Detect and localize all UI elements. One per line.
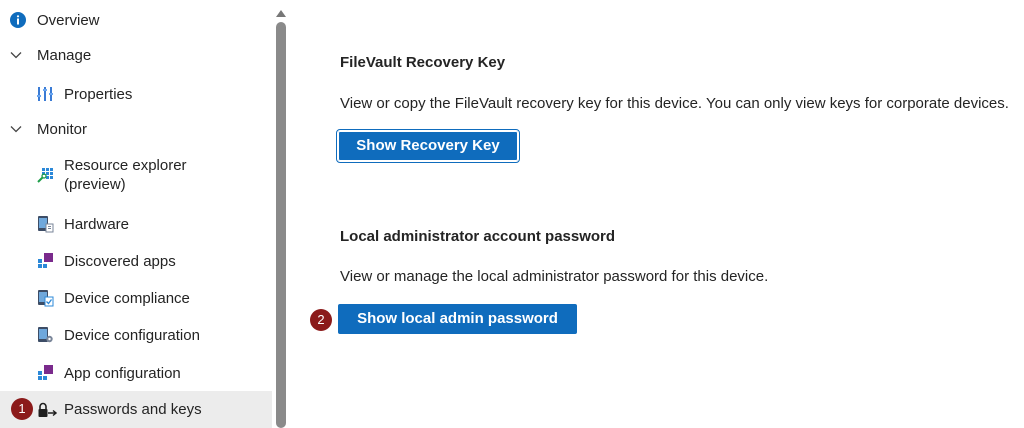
hardware-icon	[37, 215, 54, 237]
filevault-section-description: View or copy the FileVault recovery key …	[340, 95, 1009, 112]
sidebar-item-label-suffix: (preview)	[64, 176, 126, 193]
sidebar-item-label: Properties	[64, 85, 133, 103]
sidebar-item-label: Discovered apps	[64, 252, 176, 270]
sidebar-item-label: Passwords and keys	[64, 401, 202, 418]
local-admin-section-title: Local administrator account password	[340, 228, 616, 245]
show-recovery-key-button[interactable]: Show Recovery Key	[336, 129, 520, 163]
device-configuration-icon	[37, 326, 54, 348]
sidebar-item-label: Device compliance	[64, 289, 190, 307]
info-icon	[10, 12, 26, 32]
lock-key-icon	[37, 402, 58, 422]
sidebar-group-manage[interactable]: Manage	[0, 43, 272, 67]
sidebar-item-properties[interactable]: Properties	[0, 82, 272, 106]
device-compliance-icon	[37, 289, 54, 311]
chevron-down-icon[interactable]	[9, 122, 23, 136]
sidebar-item-hardware[interactable]: Hardware	[0, 212, 272, 236]
sidebar: Overview Manage Properties Monitor Resou…	[0, 0, 272, 428]
main-content: FileVault Recovery Key View or copy the …	[290, 0, 1024, 428]
sidebar-item-device-compliance[interactable]: Device compliance	[0, 286, 272, 310]
show-local-admin-password-button[interactable]: Show local admin password	[338, 304, 577, 334]
resource-explorer-icon	[37, 167, 54, 188]
scroll-up-arrow-icon[interactable]	[276, 4, 286, 17]
sidebar-item-label: Hardware	[64, 215, 130, 233]
scrollbar-thumb[interactable]	[276, 22, 286, 428]
sidebar-item-device-configuration[interactable]: Device configuration	[0, 323, 272, 347]
app-configuration-icon	[37, 365, 54, 385]
local-admin-section-description: View or manage the local administrator p…	[340, 268, 769, 285]
sidebar-item-app-configuration[interactable]: App configuration	[0, 361, 272, 385]
sidebar-scrollbar[interactable]	[272, 0, 290, 428]
properties-icon	[37, 86, 53, 106]
sidebar-item-label: App configuration	[64, 364, 181, 382]
sidebar-group-label: Monitor	[37, 120, 88, 138]
step-callout-badge: 2	[310, 309, 332, 331]
sidebar-group-monitor[interactable]: Monitor	[0, 117, 272, 141]
sidebar-item-label: Device configuration	[64, 326, 200, 344]
step-callout-badge: 1	[11, 398, 33, 420]
sidebar-group-label: Manage	[37, 46, 92, 64]
chevron-down-icon[interactable]	[9, 48, 23, 62]
sidebar-item-passwords-and-keys[interactable]: Passwords and keys	[0, 391, 272, 428]
sidebar-item-label: Resource explorer	[64, 157, 187, 174]
filevault-section-title: FileVault Recovery Key	[340, 54, 506, 71]
sidebar-item-resource-explorer[interactable]: Resource explorer (preview)	[0, 156, 272, 200]
sidebar-item-discovered-apps[interactable]: Discovered apps	[0, 249, 272, 273]
sidebar-item-label: Overview	[37, 11, 100, 29]
apps-icon	[37, 253, 54, 273]
sidebar-item-overview[interactable]: Overview	[0, 8, 272, 32]
